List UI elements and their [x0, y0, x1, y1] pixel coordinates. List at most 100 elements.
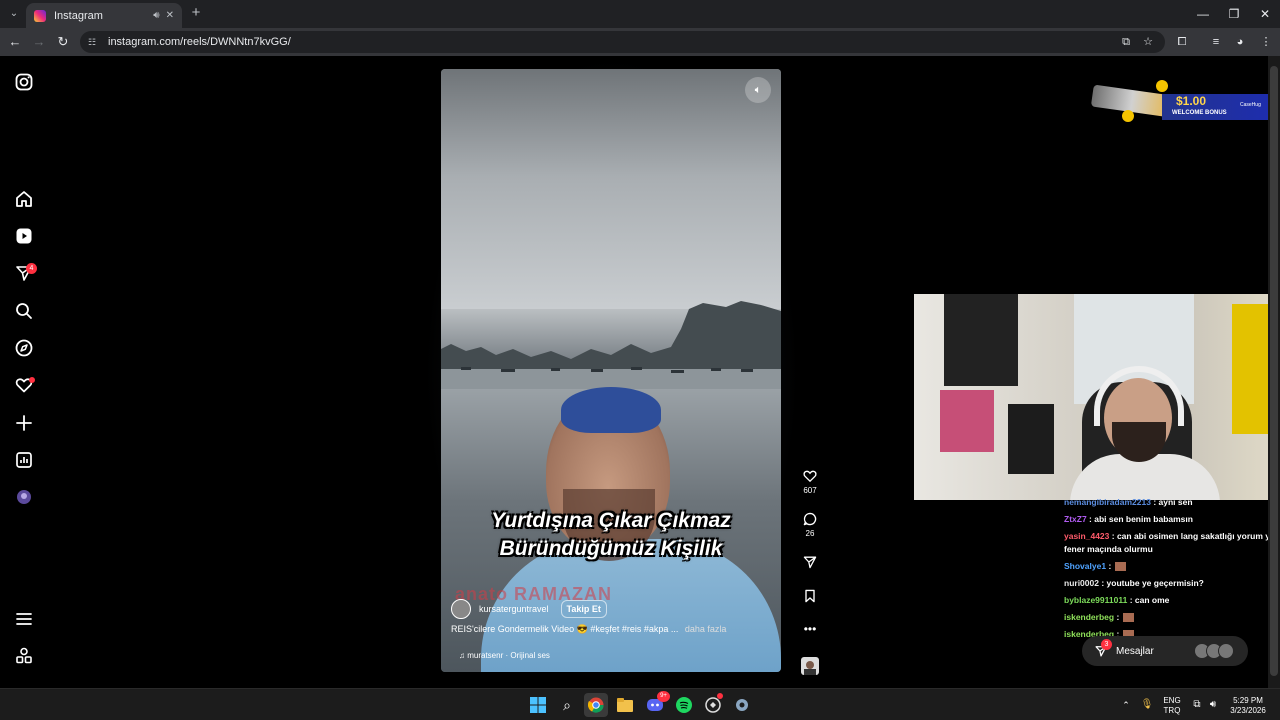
- back-button[interactable]: ←: [6, 33, 24, 51]
- messages-button-label: Mesajlar: [1116, 645, 1154, 657]
- reel-audio[interactable]: ♫ muratsenr · Orijinal ses: [459, 651, 550, 660]
- new-tab-button[interactable]: +: [188, 5, 204, 21]
- meta-apps-icon[interactable]: [14, 646, 34, 666]
- description-text: REIS'cilere Gondermelik Video 😎 #keşfet …: [451, 624, 679, 634]
- notifications-dot: [29, 377, 35, 383]
- create-plus-icon[interactable]: [14, 413, 34, 433]
- minimize-button[interactable]: —: [1192, 4, 1214, 24]
- chat-text: : abi sen benim babamsın: [1089, 514, 1193, 524]
- like-action[interactable]: 607: [798, 468, 822, 495]
- profile-avatar-icon[interactable]: ◕: [1232, 34, 1248, 50]
- comment-action[interactable]: 26: [798, 511, 822, 538]
- taskbar-spotify-icon[interactable]: [672, 693, 696, 717]
- chat-username[interactable]: iskenderbeg: [1064, 612, 1114, 622]
- browser-toolbar: ← → ↻ ☷ instagram.com/reels/DWNNtn7kvGG/…: [0, 28, 1280, 56]
- tray-mic-icon[interactable]: 🎙︎: [1140, 689, 1154, 720]
- tray-network-icon[interactable]: ⧉: [1190, 689, 1204, 720]
- webcam-poster: [944, 294, 1018, 386]
- reels-icon[interactable]: [14, 226, 34, 246]
- video-person-hair: [561, 387, 661, 433]
- reload-button[interactable]: ↻: [54, 33, 72, 51]
- url-text: instagram.com/reels/DWNNtn7kvGG/: [108, 36, 291, 48]
- chat-username[interactable]: nemangibiradam2213: [1064, 497, 1151, 507]
- taskbar-chrome-icon[interactable]: [584, 693, 608, 717]
- tray-volume-icon[interactable]: 🔊︎: [1206, 689, 1220, 720]
- tray-overflow-icon[interactable]: ⌃: [1120, 689, 1132, 720]
- tray-clock[interactable]: 5:29 PM 3/23/2026: [1224, 689, 1272, 720]
- browser-tab[interactable]: Instagram 🔊︎ ✕: [26, 3, 182, 28]
- comment-icon[interactable]: [802, 511, 818, 527]
- chat-username[interactable]: Shovalye1: [1064, 561, 1106, 571]
- site-settings-icon[interactable]: ☷: [88, 36, 100, 48]
- chat-emote-icon: [1123, 613, 1135, 623]
- search-icon[interactable]: [14, 301, 34, 321]
- reel-actions: 607 26 •••: [798, 56, 822, 688]
- author-avatar[interactable]: [451, 599, 471, 619]
- video-caption: Yurtdışına Çıkar Çıkmaz Büründüğümüz Kiş…: [441, 507, 781, 563]
- window-close-button[interactable]: ✕: [1254, 4, 1276, 24]
- chat-username[interactable]: byblaze9911011: [1064, 595, 1127, 605]
- tab-title: Instagram: [54, 9, 103, 22]
- more-menu-icon[interactable]: [14, 609, 34, 629]
- chat-username[interactable]: yasin_4423: [1064, 531, 1109, 541]
- comment-count: 26: [805, 529, 815, 538]
- chat-text: :: [1116, 612, 1120, 622]
- start-button[interactable]: [526, 693, 550, 717]
- tab-audio-icon[interactable]: 🔊︎: [153, 10, 159, 21]
- chat-text: : can ome: [1129, 595, 1170, 605]
- taskbar-settings-icon[interactable]: [730, 693, 754, 717]
- scrollbar-thumb[interactable]: [1270, 66, 1278, 676]
- profile-avatar-icon[interactable]: [14, 487, 34, 507]
- share-action[interactable]: [798, 554, 822, 572]
- messages-button[interactable]: 3 Mesajlar: [1082, 636, 1248, 666]
- bookmark-star-icon[interactable]: ☆: [1140, 34, 1156, 50]
- taskbar-explorer-icon[interactable]: [613, 693, 637, 717]
- chat-message: ZtxZ7 : abi sen benim babamsın: [1064, 511, 1280, 528]
- tray-language[interactable]: ENG TRQ: [1160, 689, 1184, 720]
- video-sky: [441, 69, 781, 309]
- ad-coin: [1156, 80, 1168, 92]
- chat-username[interactable]: ZtxZ7: [1064, 514, 1087, 524]
- audio-thumbnail[interactable]: [798, 657, 822, 677]
- chrome-menu-icon[interactable]: ⋮: [1258, 34, 1274, 50]
- follow-button[interactable]: Takip Et: [560, 600, 607, 618]
- more-link[interactable]: daha fazla: [685, 624, 727, 634]
- author-username[interactable]: kursaterguntravel: [479, 604, 549, 614]
- explore-icon[interactable]: [14, 338, 34, 358]
- reel-video[interactable]: 🔈︎ Yurtdışına Çıkar Çıkmaz Büründüğümüz …: [441, 69, 781, 672]
- chat-emote-icon: [1115, 562, 1127, 572]
- chat-text: :: [1108, 561, 1112, 571]
- ad-brand: CaseHug: [1240, 102, 1261, 108]
- audio-label: muratsenr · Orijinal ses: [467, 651, 550, 660]
- reading-list-icon[interactable]: ≡: [1208, 34, 1224, 50]
- more-options-icon[interactable]: •••: [798, 622, 822, 636]
- language-primary: ENG: [1163, 696, 1181, 705]
- extensions-icon[interactable]: ⧠: [1174, 34, 1190, 50]
- chat-message: nemangibiradam2213 : aynı sen: [1064, 494, 1280, 511]
- address-bar[interactable]: ☷ instagram.com/reels/DWNNtn7kvGG/: [80, 31, 1165, 53]
- taskbar-app-icon[interactable]: [701, 693, 725, 717]
- restore-button[interactable]: ❐: [1223, 4, 1245, 24]
- like-heart-icon[interactable]: [802, 468, 818, 484]
- audio-thumb-icon[interactable]: [801, 657, 819, 675]
- taskbar-search-icon[interactable]: ⌕: [555, 693, 579, 717]
- share-send-icon[interactable]: [802, 554, 818, 570]
- bookmark-icon[interactable]: [802, 588, 818, 604]
- chat-message: nuri0002 : youtube ye geçermisin?: [1064, 575, 1280, 592]
- browser-titlebar: ⌄ Instagram 🔊︎ ✕ + — ❐ ✕: [0, 0, 1280, 28]
- stream-ad-overlay: $1.00 WELCOME BONUS CaseHug: [1090, 80, 1280, 132]
- tab-search-icon[interactable]: ⌄: [6, 6, 22, 22]
- forward-button[interactable]: →: [30, 33, 48, 51]
- instagram-logo-icon[interactable]: [14, 72, 34, 92]
- save-action[interactable]: [798, 588, 822, 606]
- install-app-icon[interactable]: ⧉: [1118, 34, 1134, 50]
- chat-username[interactable]: nuri0002: [1064, 578, 1099, 588]
- dashboard-icon[interactable]: [14, 450, 34, 470]
- home-icon[interactable]: [14, 189, 34, 209]
- taskbar-discord-icon[interactable]: 9+: [643, 691, 670, 717]
- reel-description: REIS'cilere Gondermelik Video 😎 #keşfet …: [451, 624, 726, 635]
- page-scrollbar[interactable]: [1268, 56, 1280, 688]
- app-notification-dot: [717, 693, 723, 699]
- tab-close-icon[interactable]: ✕: [166, 10, 174, 21]
- mute-toggle-icon[interactable]: 🔈︎: [745, 77, 771, 103]
